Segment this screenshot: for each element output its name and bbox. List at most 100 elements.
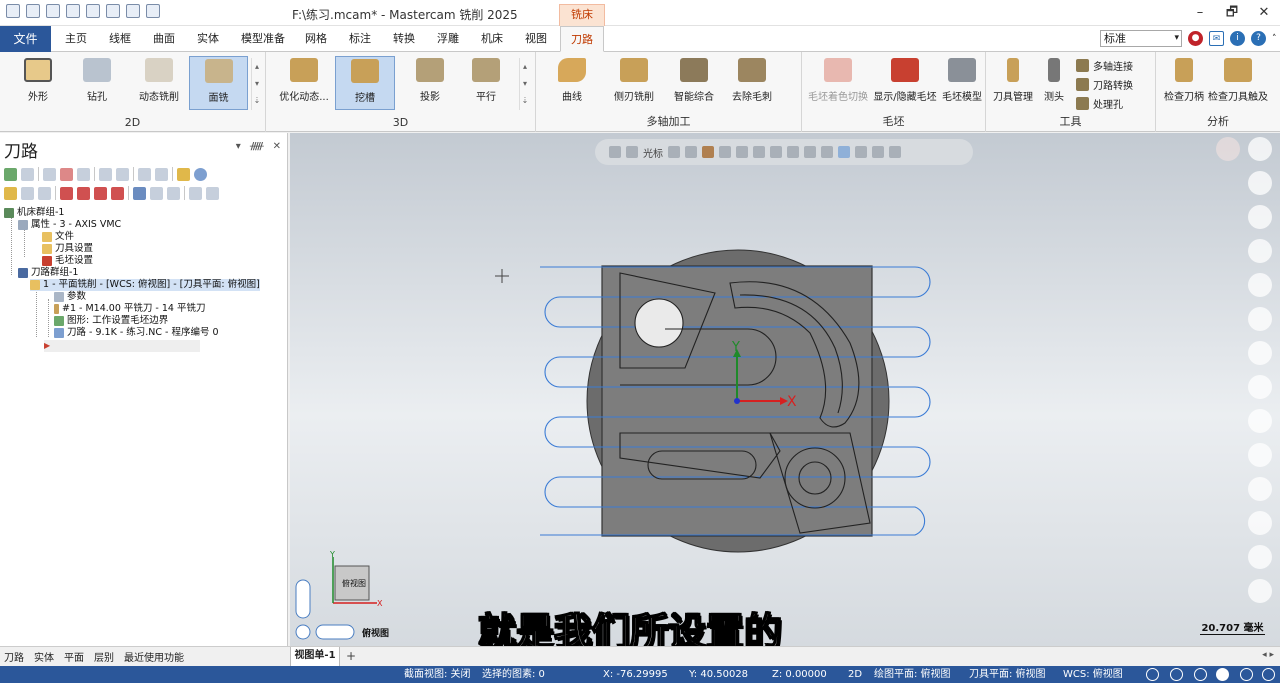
tree-geometry[interactable]: 图形: 工作设置毛坯边界 — [54, 315, 168, 327]
save-icon[interactable] — [26, 4, 40, 18]
close-button[interactable]: ✕ — [1248, 0, 1280, 26]
tool-plane[interactable]: 刀具平面: 俯视图 — [969, 666, 1046, 683]
tab-planes-panel[interactable]: 平面 — [64, 649, 84, 664]
help-icon[interactable]: ? — [1251, 31, 1266, 46]
panel-close-icon[interactable]: ✕ — [273, 141, 281, 152]
clip-tool-icon[interactable] — [1248, 511, 1272, 535]
tab-model-prep[interactable]: 模型准备 — [236, 26, 290, 52]
color-tool-icon[interactable] — [1248, 443, 1272, 467]
scroll-to-icon[interactable] — [111, 186, 124, 200]
section-view-status[interactable]: 截面视图: 关闭 — [404, 666, 471, 683]
drill-button[interactable]: 钻孔 — [72, 56, 122, 110]
deburr-button[interactable]: 去除毛刺 — [726, 56, 778, 110]
tree-machine-group[interactable]: 机床群组-1 — [4, 207, 64, 219]
layers-icon[interactable] — [1248, 375, 1272, 399]
group-2d-scroll[interactable]: ▴ ▾ ⇣ — [251, 58, 262, 110]
check-tool-reach-button[interactable]: 检查刀具触及 — [1206, 56, 1270, 110]
redo-icon[interactable] — [146, 4, 160, 18]
tool-manager-button[interactable]: 刀具管理 — [990, 56, 1036, 110]
tree-insert-arrow[interactable]: ▶ — [44, 340, 200, 352]
tree-files[interactable]: 文件 — [42, 231, 74, 243]
group-3d-scroll[interactable]: ▴ ▾ ⇣ — [519, 58, 530, 110]
measure-icon[interactable] — [1248, 171, 1272, 195]
tree-tool[interactable]: #1 - M14.00 平铣刀 - 14 平铣刀 — [54, 303, 205, 315]
solid-view-icon[interactable] — [1248, 409, 1272, 433]
dimension-tool-icon[interactable] — [1248, 307, 1272, 331]
regen-all-icon[interactable] — [43, 167, 56, 181]
graphics-viewport[interactable]: 光标 X Y 俯视图 X Y 俯视图 就是我们所设置的 20.707 毫米 — [290, 133, 1280, 646]
tree-tool-settings[interactable]: 刀具设置 — [42, 243, 93, 255]
stock-model-button[interactable]: 毛坯模型 — [940, 56, 984, 110]
show-selected-icon[interactable] — [133, 186, 146, 200]
stock-tool-icon[interactable] — [1248, 477, 1272, 501]
stock-display-button[interactable]: 显示/隐藏毛坯 — [872, 56, 938, 110]
select-all-icon[interactable] — [4, 167, 17, 181]
options-icon[interactable] — [167, 186, 180, 200]
curve-tool-icon[interactable] — [1248, 239, 1272, 263]
grid-status-icon[interactable] — [1240, 668, 1253, 681]
backplot-icon[interactable] — [77, 167, 90, 181]
camera-icon[interactable] — [1248, 273, 1272, 297]
tab-surfaces[interactable]: 曲面 — [146, 26, 182, 52]
nav-horizontal-icon[interactable] — [315, 624, 355, 640]
tree-properties[interactable]: 属性 - 3 - AXIS VMC — [18, 219, 121, 231]
tab-dimension[interactable]: 标注 — [342, 26, 378, 52]
new-file-icon[interactable] — [6, 4, 20, 18]
tool-info-icon[interactable] — [206, 186, 219, 200]
tab-relief[interactable]: 浮雕 — [430, 26, 466, 52]
db-tool-icon[interactable] — [1248, 579, 1272, 603]
multiaxis-linking-button[interactable]: 多轴连接 — [1076, 58, 1133, 73]
probe-button[interactable]: 测头 — [1038, 56, 1070, 110]
tab-wireframe[interactable]: 线框 — [102, 26, 138, 52]
feedback-icon[interactable]: ✉ — [1209, 31, 1224, 46]
tree-operation-1[interactable]: 1 - 平面铣削 - [WCS: 俯视图] - [刀具平面: 俯视图] — [30, 279, 260, 291]
regen-dirty-icon[interactable] — [60, 167, 73, 181]
tree-stock-setup[interactable]: 毛坯设置 — [42, 255, 93, 267]
verify-icon[interactable] — [99, 167, 112, 181]
filter-icon[interactable] — [189, 186, 202, 200]
mode-2d[interactable]: 2D — [848, 666, 862, 683]
restore-button[interactable]: 🗗 — [1216, 0, 1248, 26]
move-down-icon[interactable] — [60, 186, 73, 200]
post-icon[interactable] — [155, 167, 168, 181]
tab-toolpaths-panel[interactable]: 刀路 — [4, 649, 24, 664]
zoom-in-icon[interactable] — [1248, 137, 1272, 161]
record-icon[interactable]: ● — [1188, 31, 1203, 46]
nav-vertical-icon[interactable] — [295, 579, 311, 619]
tab-home[interactable]: 主页 — [58, 26, 94, 52]
tab-mesh[interactable]: 网格 — [298, 26, 334, 52]
undo-icon[interactable] — [126, 4, 140, 18]
tab-levels-panel[interactable]: 层别 — [94, 649, 114, 664]
deselect-icon[interactable] — [21, 167, 34, 181]
project-button[interactable]: 投影 — [400, 56, 460, 110]
show-all-icon[interactable] — [150, 186, 163, 200]
cursor-z[interactable]: Z: 0.00000 — [772, 666, 827, 683]
print-icon[interactable] — [66, 4, 80, 18]
properties-icon[interactable] — [106, 4, 120, 18]
parallel-button[interactable]: 平行 — [456, 56, 516, 110]
simulate-icon[interactable] — [116, 167, 129, 181]
highfeed-icon[interactable] — [177, 167, 190, 181]
minimize-button[interactable]: – — [1184, 0, 1216, 26]
check-holder-button[interactable]: 检查刀柄 — [1160, 56, 1208, 110]
tab-solids[interactable]: 实体 — [190, 26, 226, 52]
g1-icon[interactable] — [138, 167, 151, 181]
panel-menu-icon[interactable]: ▾ — [236, 141, 241, 152]
contour-button[interactable]: 外形 — [14, 56, 62, 110]
pocket-button[interactable]: 挖槽 — [335, 56, 395, 110]
curve-button[interactable]: 曲线 — [546, 56, 598, 110]
panel-help-icon[interactable] — [194, 167, 207, 181]
process-holes-button[interactable]: 处理孔 — [1076, 96, 1123, 111]
analyze-icon[interactable] — [1248, 341, 1272, 365]
viewsheet-scroll-icon[interactable]: ◂ ▸ — [1262, 650, 1274, 660]
swarf-button[interactable]: 侧刃铣削 — [608, 56, 660, 110]
circle-tool-icon[interactable] — [1248, 205, 1272, 229]
toggle-posting-icon[interactable] — [38, 186, 51, 200]
unified-button[interactable]: 智能综合 — [666, 56, 722, 110]
save-as-icon[interactable] — [86, 4, 100, 18]
open-icon[interactable] — [46, 4, 60, 18]
collapse-ribbon-icon[interactable]: ˄ — [1272, 34, 1277, 44]
tab-machine[interactable]: 机床 — [474, 26, 510, 52]
info-icon[interactable]: i — [1230, 31, 1245, 46]
nav-rotate-icon[interactable] — [295, 624, 311, 640]
